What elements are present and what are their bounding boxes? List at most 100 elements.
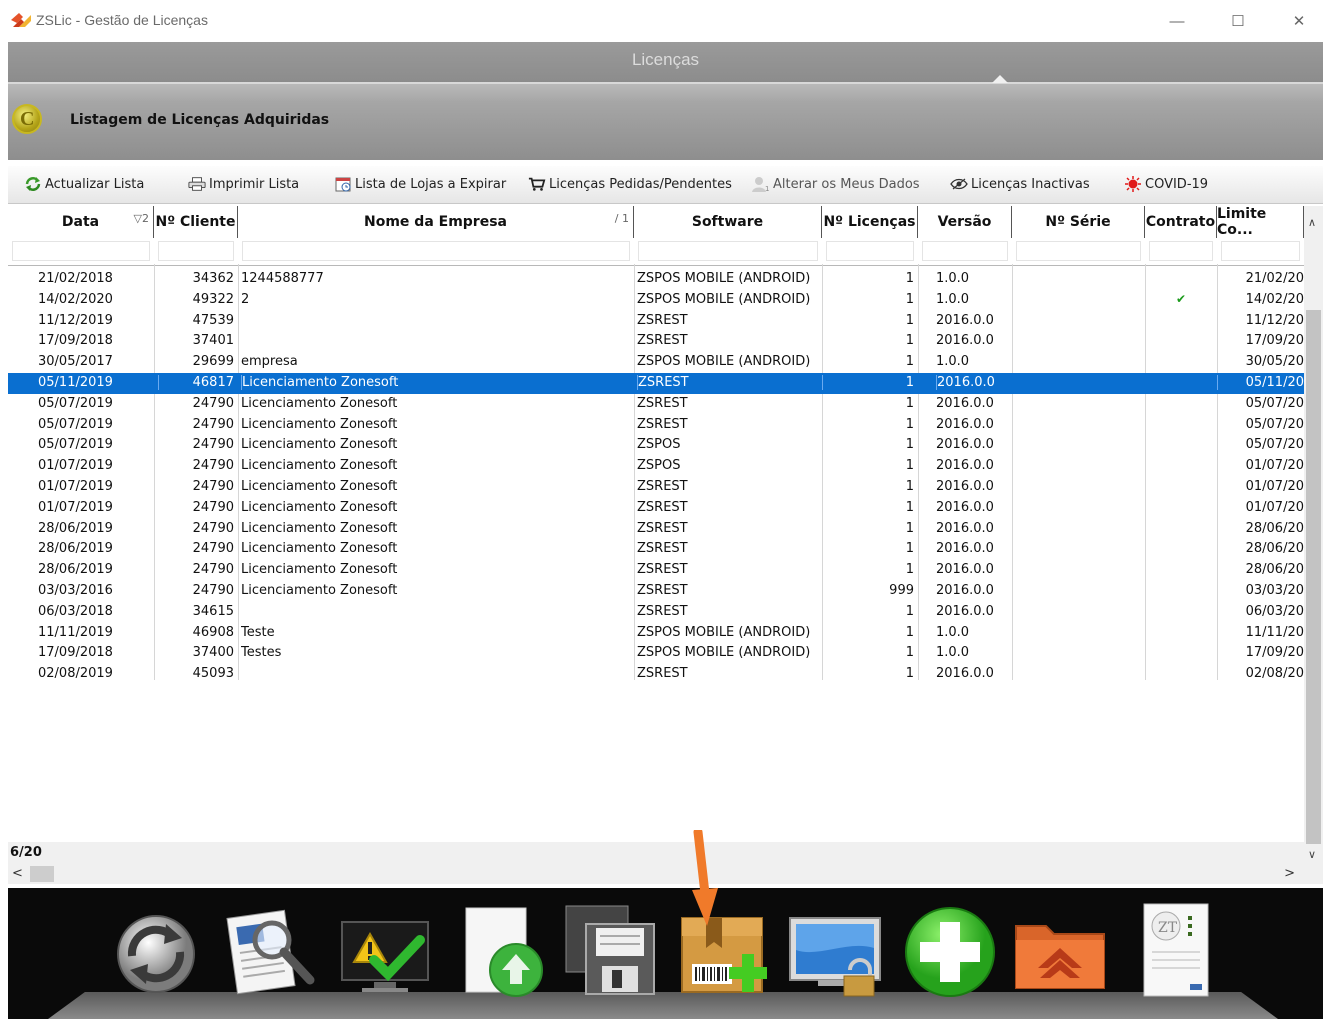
col-data-cell: 02/08/2019 (38, 666, 113, 682)
table-row[interactable]: 05/11/2019 46817 Licenciamento Zonesoft ZSR… (8, 373, 1304, 394)
col-versao-header[interactable]: Versão (918, 206, 1012, 238)
edit-my-data-button[interactable]: 1 Alterar os Meus Dados (752, 176, 920, 192)
col-data-cell: 05/07/2019 (38, 437, 113, 453)
refresh-icon (24, 176, 42, 192)
col-empresa-sort-indicator: / 1 (614, 212, 629, 225)
table-row[interactable]: 11/12/2019 47539 ZSREST 1 2016.0.0 11/12/20 (8, 311, 1304, 332)
table-row[interactable]: 28/06/2019 24790 Licenciamento Zonesoft ZSR… (8, 539, 1304, 560)
inactive-licenses-button[interactable]: Licenças Inactivas (950, 176, 1090, 192)
col-versao-cell: 1.0.0 (936, 291, 970, 307)
col-contrato-cell: ✔ (1175, 291, 1187, 306)
col-versao-filter-input[interactable] (922, 241, 1008, 261)
listing-title: Listagem de Licenças Adquiridas (70, 112, 330, 128)
vertical-scroll-thumb[interactable] (1306, 310, 1321, 844)
refresh-list-button[interactable]: Actualizar Lista (24, 176, 144, 192)
scroll-up-icon[interactable]: ∧ (1308, 216, 1316, 229)
col-versao-cell: 2016.0.0 (936, 541, 994, 557)
scroll-down-icon[interactable]: ∨ (1308, 848, 1316, 861)
expiring-stores-button[interactable]: Lista de Lojas a Expirar (334, 176, 506, 192)
col-data-header-label: Data (61, 214, 100, 230)
col-data-cell: 30/05/2017 (38, 354, 113, 370)
close-button[interactable]: ✕ (1284, 8, 1314, 34)
col-software-cell: ZSREST (637, 312, 688, 328)
col-data-cell: 11/11/2019 (38, 624, 113, 640)
dock-folder-up-button[interactable] (1012, 900, 1110, 998)
dock-monitor-warning-button[interactable] (338, 900, 436, 998)
copyright-logo-icon: C (12, 104, 42, 134)
col-empresa-cell: 2 (241, 291, 250, 307)
dock-refresh-button[interactable] (106, 900, 204, 998)
table-row[interactable]: 05/07/2019 24790 Licenciamento Zonesoft ZSP… (8, 435, 1304, 456)
table-row[interactable]: 01/07/2019 24790 Licenciamento Zonesoft ZSR… (8, 498, 1304, 519)
col-cliente-cell: 46908 (192, 624, 234, 640)
col-software-header[interactable]: Software (634, 206, 822, 238)
scroll-right-icon[interactable]: > (1284, 866, 1295, 881)
scroll-left-icon[interactable]: < (12, 866, 23, 881)
dock-search-document-button[interactable] (222, 900, 320, 998)
col-licencas-header[interactable]: Nº Licenças (822, 206, 918, 238)
col-contrato-header[interactable]: Contrato (1145, 206, 1217, 238)
table-row[interactable]: 01/07/2019 24790 Licenciamento Zonesoft ZSP… (8, 456, 1304, 477)
col-contrato-filter-input[interactable] (1149, 241, 1213, 261)
col-limite-filter-input[interactable] (1221, 241, 1300, 261)
table-row[interactable]: 05/07/2019 24790 Licenciamento Zonesoft ZSR… (8, 394, 1304, 415)
table-row[interactable]: 06/03/2018 34615 ZSREST 1 2016.0.0 06/03/20 (8, 602, 1304, 623)
cart-icon (528, 176, 546, 192)
table-row[interactable]: 03/03/2016 24790 Licenciamento Zonesoft ZSR… (8, 581, 1304, 602)
table-row[interactable]: 14/02/2020 49322 2 ZSPOS MOBILE (ANDROID) 1 1… (8, 290, 1304, 311)
table-row[interactable]: 30/05/2017 29699 empresa ZSPOS MOBILE (ANDR… (8, 352, 1304, 373)
user-icon: 1 (752, 176, 770, 192)
tab-notch-icon (992, 75, 1008, 83)
print-list-label: Imprimir Lista (209, 176, 300, 192)
table-row[interactable]: 28/06/2019 24790 Licenciamento Zonesoft ZSR… (8, 560, 1304, 581)
col-empresa-filter-input[interactable] (242, 241, 630, 261)
table-row[interactable]: 28/06/2019 24790 Licenciamento Zonesoft ZSR… (8, 519, 1304, 540)
pending-licenses-button[interactable]: Licenças Pedidas/Pendentes (528, 176, 732, 192)
col-licencas-filter-input[interactable] (826, 241, 914, 261)
table-row[interactable]: 01/07/2019 24790 Licenciamento Zonesoft ZSR… (8, 477, 1304, 498)
table-row[interactable]: 21/02/2018 34362 1244588777 ZSPOS MOBILE (A… (8, 269, 1304, 290)
dock-upload-button[interactable] (454, 900, 552, 998)
col-serie-header[interactable]: Nº Série (1012, 206, 1145, 238)
refresh-icon (117, 915, 195, 993)
col-versao-cell: 2016.0.0 (936, 375, 1012, 390)
table-row[interactable]: 17/09/2018 37400 Testes ZSPOS MOBILE (ANDRO… (8, 643, 1304, 664)
vertical-scrollbar[interactable]: ∧ ∨ (1304, 206, 1323, 866)
dock-add-button[interactable] (900, 900, 998, 998)
dock-save-button[interactable] (562, 900, 660, 998)
print-list-button[interactable]: Imprimir Lista (188, 176, 299, 192)
col-licencas-cell: 1 (905, 666, 914, 682)
minimize-button[interactable]: — (1162, 8, 1192, 34)
col-data-cell: 05/11/2019 (38, 375, 113, 390)
certificate-icon: ZT (1143, 903, 1209, 997)
dock-monitor-lock-button[interactable] (788, 900, 886, 998)
col-cliente-cell: 34362 (192, 271, 234, 286)
svg-text:ZT: ZT (1158, 920, 1178, 936)
col-empresa-cell: Licenciamento Zonesoft (241, 520, 398, 536)
col-licencas-cell: 1 (905, 458, 914, 474)
col-cliente-header[interactable]: Nº Cliente (154, 206, 238, 238)
col-serie-filter-input[interactable] (1016, 241, 1141, 261)
col-software-cell: ZSPOS MOBILE (ANDROID) (637, 291, 811, 307)
maximize-button[interactable]: ☐ (1223, 8, 1253, 34)
table-row[interactable]: 02/08/2019 45093 ZSREST 1 2016.0.0 02/08/20 (8, 664, 1304, 685)
col-licencas-cell: 1 (905, 291, 914, 307)
col-empresa-header[interactable]: Nome da Empresa / 1 (238, 206, 634, 238)
col-software-filter-input[interactable] (638, 241, 818, 261)
covid-button[interactable]: COVID-19 (1124, 176, 1208, 192)
col-licencas-header-label: Nº Licenças (823, 214, 916, 230)
col-data-filter-input[interactable] (12, 241, 150, 261)
table-row[interactable]: 05/07/2019 24790 Licenciamento Zonesoft ZSR… (8, 415, 1304, 436)
col-data-cell: 01/07/2019 (38, 479, 113, 494)
col-data-cell: 28/06/2019 (38, 541, 113, 557)
table-row[interactable]: 17/09/2018 37401 ZSREST 1 2016.0.0 17/09/20 (8, 331, 1304, 352)
horizontal-scroll-thumb[interactable] (30, 866, 54, 882)
col-limite-cell: 28/06/20 (1245, 562, 1304, 578)
horizontal-scrollbar[interactable]: < > (8, 864, 1323, 884)
col-limite-header[interactable]: Limite Co... (1217, 206, 1304, 238)
col-data-header[interactable]: Data ▽2 (8, 206, 154, 238)
col-cliente-filter-input[interactable] (158, 241, 234, 261)
table-row[interactable]: 11/11/2019 46908 Teste ZSPOS MOBILE (ANDROI… (8, 623, 1304, 644)
col-serie-header-label: Nº Série (1045, 214, 1111, 230)
dock-certificate-button[interactable]: ZT (1132, 900, 1230, 998)
